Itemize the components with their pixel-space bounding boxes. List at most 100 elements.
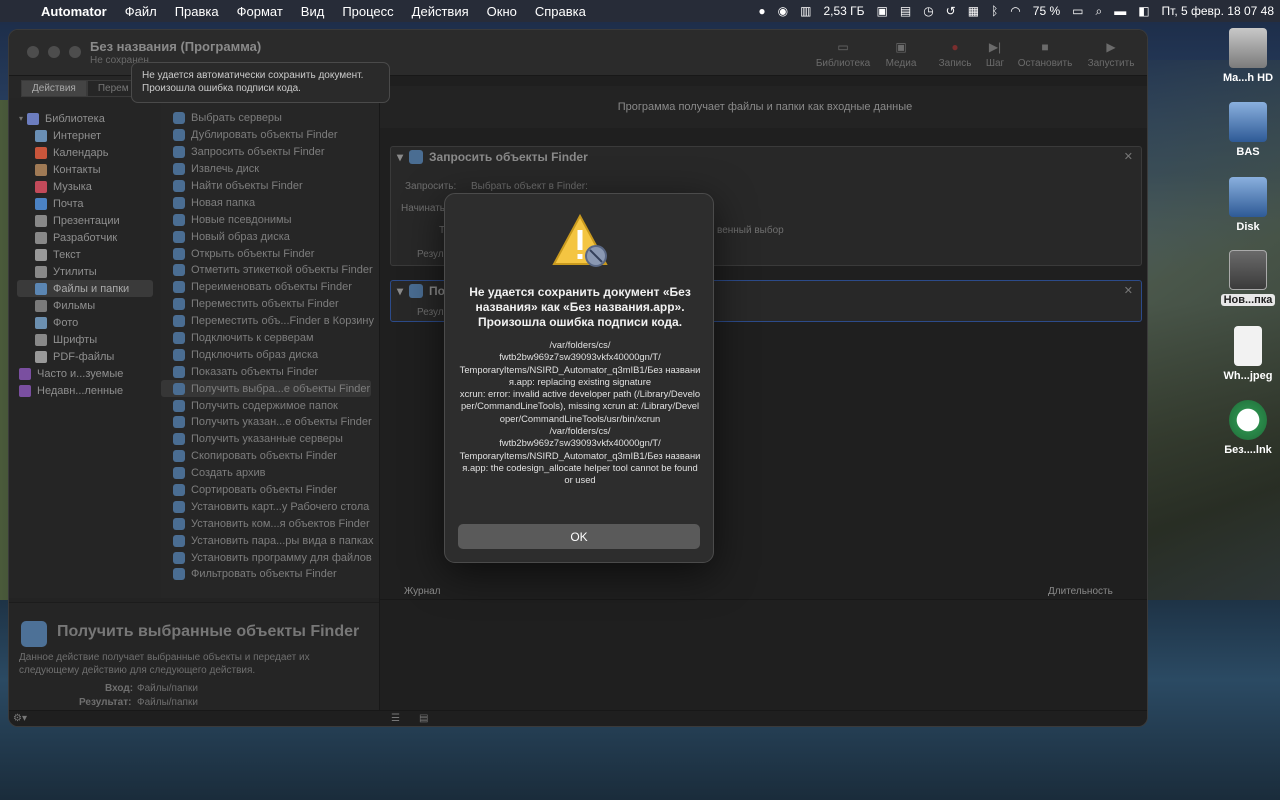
sidebar-item[interactable]: Утилиты (9, 263, 161, 280)
action-item[interactable]: Открыть объекты Finder (161, 245, 379, 262)
action-item[interactable]: Подключить образ диска (161, 346, 379, 363)
action-item[interactable]: Получить содержимое папок (161, 397, 379, 414)
tab-actions[interactable]: Действия (21, 80, 87, 97)
telegram-icon[interactable]: ◉ (772, 4, 794, 18)
action-item[interactable]: Новый образ диска (161, 228, 379, 245)
ask-value[interactable]: Выбрать объект в Finder: (471, 181, 588, 192)
menu-file[interactable]: Файл (116, 4, 166, 19)
sidebar-item[interactable]: Шрифты (9, 331, 161, 348)
sidebar-item[interactable]: Музыка (9, 178, 161, 195)
action-item[interactable]: Дублировать объекты Finder (161, 127, 379, 144)
card-close-icon[interactable]: ✕ (1124, 150, 1133, 163)
sidebar-item[interactable]: Фото (9, 314, 161, 331)
sidebar-item[interactable]: Фильмы (9, 297, 161, 314)
menu-window[interactable]: Окно (478, 4, 526, 19)
action-item[interactable]: Получить указанные серверы (161, 431, 379, 448)
desktop-icon-lnk[interactable]: Без....lnk (1213, 400, 1280, 456)
list-view-icon[interactable]: ☰ (391, 713, 400, 724)
bluetooth-icon[interactable]: ᛒ (985, 4, 1004, 18)
action-item[interactable]: Переместить объекты Finder (161, 296, 379, 313)
screen-icon[interactable]: ▣ (871, 4, 894, 18)
menu-process[interactable]: Процесс (333, 4, 402, 19)
multiple-selection-label[interactable]: венный выбор (717, 225, 784, 236)
wifi-icon[interactable]: ◠ (1004, 4, 1026, 18)
action-item[interactable]: Извлечь диск (161, 161, 379, 178)
action-item[interactable]: Получить выбра...е объекты Finder (161, 380, 371, 398)
run-button[interactable]: ▶ Запустить (1081, 40, 1141, 69)
media-button[interactable]: ▣ Медиа (871, 40, 931, 69)
sidebar-item[interactable]: ▾ Библиотека (9, 110, 161, 127)
sidebar-item[interactable]: Часто и...зуемые (9, 365, 161, 382)
duration-column[interactable]: Длительность (1048, 586, 1113, 597)
sidebar-item[interactable]: Интернет (9, 127, 161, 144)
memory-icon[interactable]: ▥ (794, 4, 817, 18)
action-item[interactable]: Переместить объ...Finder в Корзину (161, 313, 379, 330)
disclosure-icon[interactable]: ▾ (397, 150, 403, 164)
menu-actions[interactable]: Действия (403, 4, 478, 19)
control-center-icon[interactable]: ◧ (1132, 4, 1155, 18)
action-item[interactable]: Выбрать серверы (161, 110, 379, 127)
card-close-icon[interactable]: ✕ (1124, 284, 1133, 297)
battery-percent[interactable]: 75 % (1027, 4, 1066, 18)
clapper-icon[interactable]: ▤ (894, 4, 917, 18)
desktop-icon-jpeg[interactable]: Wh...jpeg (1213, 326, 1280, 382)
sidebar-item[interactable]: Файлы и папки (17, 280, 153, 297)
action-item[interactable]: Получить указан...е объекты Finder (161, 414, 379, 431)
action-item[interactable]: Фильтровать объекты Finder (161, 566, 379, 583)
settings-menu-icon[interactable]: ⚙︎▾ (13, 713, 27, 724)
action-item[interactable]: Новые псевдонимы (161, 211, 379, 228)
action-item[interactable]: Установить ком...я объектов Finder (161, 515, 379, 532)
sidebar-item[interactable]: Разработчик (9, 229, 161, 246)
disclosure-icon[interactable]: ▾ (397, 284, 403, 298)
sidebar-item[interactable]: Почта (9, 195, 161, 212)
action-item[interactable]: Создать архив (161, 465, 379, 482)
stop-button[interactable]: ■ Остановить (1015, 40, 1075, 69)
menu-format[interactable]: Формат (228, 4, 292, 19)
sidebar-item[interactable]: Контакты (9, 161, 161, 178)
spotlight-icon[interactable]: ⌕ (1089, 4, 1108, 19)
window-title[interactable]: Без названия (Программа) (90, 39, 261, 54)
sidebar-item[interactable]: Презентации (9, 212, 161, 229)
action-item[interactable]: Установить пара...ры вида в папках (161, 532, 379, 549)
time-machine-icon[interactable]: ↺ (940, 4, 962, 18)
sidebar-item[interactable]: Недавн...ленные (9, 382, 161, 399)
desktop-icon-disk[interactable]: Disk (1213, 177, 1280, 233)
clock[interactable]: Пт, 5 февр. 18 07 48 (1156, 4, 1280, 18)
close-button[interactable] (27, 46, 39, 58)
sidebar-item[interactable]: PDF-файлы (9, 348, 161, 365)
action-item[interactable]: Показать объекты Finder (161, 363, 379, 380)
app-menu[interactable]: Automator (32, 4, 116, 19)
menu-help[interactable]: Справка (526, 4, 595, 19)
menu-edit[interactable]: Правка (166, 4, 228, 19)
action-item[interactable]: Найти объекты Finder (161, 178, 379, 195)
action-item[interactable]: Установить программу для файлов (161, 549, 379, 566)
desktop-icon-bas[interactable]: BAS (1213, 102, 1280, 158)
journal-column[interactable]: Журнал (404, 586, 441, 597)
minimize-button[interactable] (48, 46, 60, 58)
hat-icon[interactable]: ● (752, 4, 771, 18)
memory-usage[interactable]: 2,53 ГБ (817, 4, 870, 18)
action-item[interactable]: Скопировать объекты Finder (161, 448, 379, 465)
zoom-button[interactable] (69, 46, 81, 58)
timer-icon[interactable]: ◷ (917, 4, 939, 18)
ok-button[interactable]: OK (458, 524, 700, 549)
split-view-icon[interactable]: ▤ (419, 713, 428, 724)
actions-list: Выбрать серверы Дублировать объекты Finde… (161, 98, 379, 598)
action-item[interactable]: Переименовать объекты Finder (161, 279, 379, 296)
action-item[interactable]: Отметить этикеткой объекты Finder (161, 262, 379, 279)
cpu-icon[interactable]: ▦ (962, 4, 985, 18)
library-button[interactable]: ▭ Библиотека (813, 40, 873, 69)
finder-icon (173, 264, 185, 277)
action-item[interactable]: Запросить объекты Finder (161, 144, 379, 161)
sidebar-item[interactable]: Текст (9, 246, 161, 263)
battery-icon[interactable]: ▭ (1066, 4, 1089, 18)
flag-icon[interactable]: ▬ (1108, 4, 1132, 18)
menu-view[interactable]: Вид (292, 4, 334, 19)
action-item[interactable]: Установить карт...у Рабочего стола (161, 498, 379, 515)
action-item[interactable]: Подключить к серверам (161, 330, 379, 347)
action-item[interactable]: Сортировать объекты Finder (161, 482, 379, 499)
action-item[interactable]: Новая папка (161, 194, 379, 211)
desktop-icon-new-folder[interactable]: Нов...пка (1213, 250, 1280, 306)
desktop-icon-hd[interactable]: Ma...h HD (1213, 28, 1280, 84)
sidebar-item[interactable]: Календарь (9, 144, 161, 161)
